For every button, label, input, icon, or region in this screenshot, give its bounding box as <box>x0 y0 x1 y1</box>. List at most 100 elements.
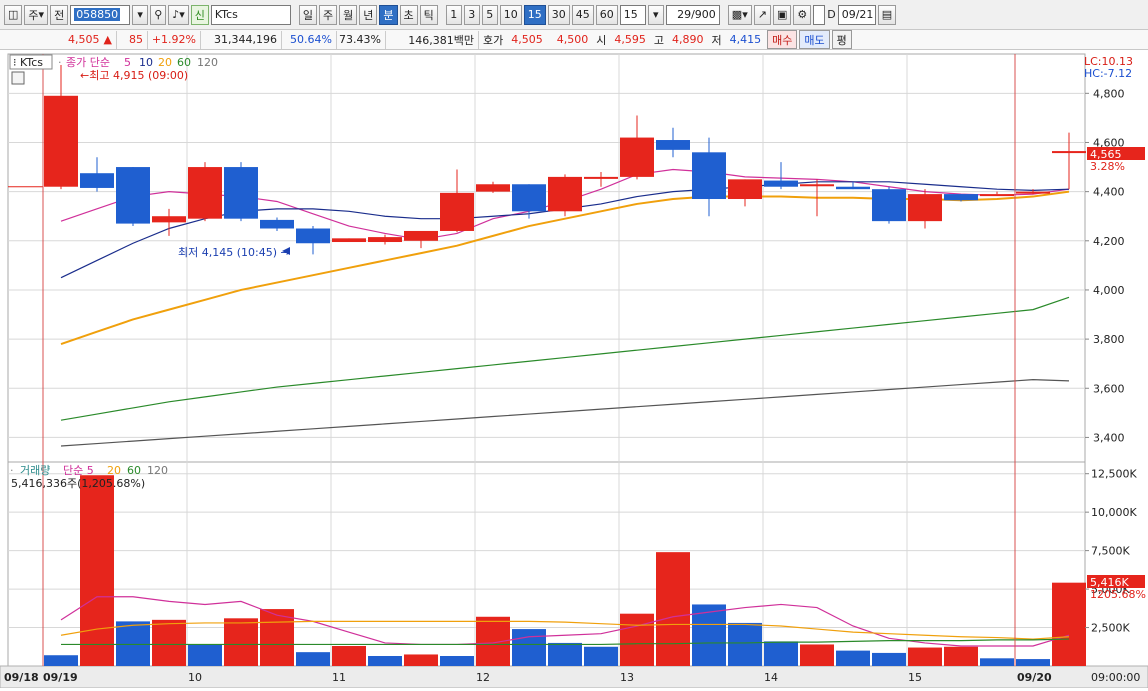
volume-bar <box>1052 582 1086 666</box>
interval-10-button[interactable]: 10 <box>499 4 522 25</box>
candle-body <box>476 184 510 192</box>
legend-expand-icon[interactable]: · <box>58 56 62 69</box>
interval-1-button[interactable]: 1 <box>445 4 462 25</box>
gear-icon[interactable]: ⚙ <box>793 4 812 25</box>
candle-body <box>1052 151 1086 154</box>
y-tick-label: 3,400 <box>1093 431 1125 444</box>
period-type-select[interactable]: 주 ▾ <box>24 4 49 25</box>
tab-week[interactable]: 주 <box>319 4 338 25</box>
date-field[interactable]: 09/21 <box>837 4 876 25</box>
eval-button[interactable]: 평 <box>831 30 852 49</box>
volume-bar <box>764 641 798 666</box>
last-pct-label: 3.28% <box>1090 160 1125 173</box>
candle-body <box>188 167 222 219</box>
candle-body <box>836 186 870 190</box>
period-type-label: 주 <box>28 8 39 22</box>
date-checkbox[interactable] <box>813 4 826 25</box>
interval-45-button[interactable]: 45 <box>571 4 594 25</box>
buy-button[interactable]: 매수 <box>767 30 798 49</box>
interval-30-button[interactable]: 30 <box>547 4 570 25</box>
volume-legend-expand-icon[interactable]: · <box>10 464 14 477</box>
volume-bar <box>296 652 330 666</box>
save-icon[interactable]: ▣ <box>772 4 792 25</box>
speaker-icon[interactable]: ♪▾ <box>168 4 189 25</box>
x-date-left: 09/18 <box>4 671 39 684</box>
volume-y-tick-label: 2,500K <box>1091 622 1130 635</box>
volume-bar <box>980 658 1014 666</box>
price-change: 85 <box>117 30 148 49</box>
low-annotation: 최저 4,145 (10:45) → <box>178 246 290 259</box>
interval-60-button[interactable]: 60 <box>595 4 618 25</box>
high-price: 4,890 <box>672 33 704 46</box>
trade-amount: 146,381백만 <box>386 30 479 49</box>
interval-5-button[interactable]: 5 <box>481 4 498 25</box>
chart-svg[interactable]: 3,4003,6003,8004,0004,2004,4004,6004,800… <box>0 50 1148 689</box>
open-price: 4,595 <box>614 33 646 46</box>
volume-bar <box>332 646 366 666</box>
new-listing-badge[interactable]: 신 <box>190 4 209 25</box>
total-volume: 31,344,196 <box>201 30 282 49</box>
count-field[interactable]: 29/900 <box>665 4 720 25</box>
layout-icon[interactable]: ◫ <box>4 4 23 25</box>
volume-bar <box>80 475 114 666</box>
ma-legend-title[interactable]: 종가 단순 <box>66 56 110 69</box>
volume-bar <box>548 642 582 666</box>
low-price: 4,415 <box>729 33 762 46</box>
ma-legend-60[interactable]: 60 <box>177 56 191 69</box>
candle-body <box>548 176 582 212</box>
candle-body <box>224 167 258 219</box>
ma-legend-5[interactable]: 5 <box>124 56 131 69</box>
draw-tool-icon[interactable]: ↗ <box>753 4 771 25</box>
interval-15-button[interactable]: 15 <box>523 4 546 25</box>
candle-body <box>260 219 294 229</box>
candle-body <box>80 173 114 188</box>
ma-legend-10[interactable]: 10 <box>139 56 153 69</box>
tab-year[interactable]: 년 <box>359 4 378 25</box>
interval-3-button[interactable]: 3 <box>463 4 480 25</box>
candle-body <box>368 237 402 243</box>
candle-type-icon[interactable]: ▩▾ <box>727 4 752 25</box>
stock-tag[interactable]: KTcs <box>20 56 43 69</box>
ma-legend-120[interactable]: 120 <box>197 56 218 69</box>
high-label: 고 <box>653 33 664 47</box>
volume-bar <box>800 644 834 666</box>
ma-legend-20[interactable]: 20 <box>158 56 172 69</box>
prev-button[interactable]: 전 <box>50 4 69 25</box>
x-day-label: 12 <box>476 671 490 684</box>
ask-price-1: 4,505 <box>511 33 543 46</box>
interval-select[interactable]: 15 <box>619 4 646 25</box>
volume-ma-legend-20[interactable]: 20 <box>107 464 121 477</box>
ask-price-2: 4,500 <box>556 33 589 46</box>
interval-dropdown-button[interactable]: ▾ <box>647 4 664 25</box>
y-tick-label: 3,800 <box>1093 333 1125 346</box>
tab-tick[interactable]: 틱 <box>419 4 438 25</box>
x-day-label: 10 <box>188 671 202 684</box>
turnover-rate: 73.43% <box>337 30 386 49</box>
x-day-label: 15 <box>908 671 922 684</box>
grid-toggle-icon[interactable] <box>11 71 25 85</box>
tab-day[interactable]: 일 <box>298 4 318 25</box>
volume-ma-legend-5[interactable]: 단순 5 <box>63 464 94 477</box>
tab-month[interactable]: 월 <box>339 4 358 25</box>
stock-code-input[interactable]: 058850 <box>70 4 131 25</box>
hc-label: HC:-7.12 <box>1084 67 1132 80</box>
volume-bar <box>440 656 474 666</box>
volume-bar <box>620 613 654 666</box>
chart-area[interactable]: 3,400 3,600 3,800 4,000 4,200 4,400 4,600 4,800… <box>0 50 1148 689</box>
search-icon[interactable]: ⚲ <box>150 4 167 25</box>
volume-ma-legend-120[interactable]: 120 <box>147 464 168 477</box>
sell-button[interactable]: 매도 <box>799 30 830 49</box>
candle-body <box>512 184 546 212</box>
volume-legend-title[interactable]: 거래량 <box>20 464 50 477</box>
tab-minute[interactable]: 분 <box>379 4 398 25</box>
volume-ma-legend-60[interactable]: 60 <box>127 464 141 477</box>
candle-body <box>656 140 690 150</box>
tab-second[interactable]: 초 <box>399 4 418 25</box>
volume-bar <box>1016 659 1050 666</box>
stock-name-field[interactable]: KTcs <box>210 4 291 25</box>
calendar-icon[interactable]: ▤ <box>877 4 897 25</box>
checkbox-label: D <box>827 8 836 21</box>
code-dropdown-button[interactable]: ▾ <box>132 4 149 25</box>
candle-body <box>728 179 762 200</box>
current-price: 4,505 <box>68 33 100 46</box>
